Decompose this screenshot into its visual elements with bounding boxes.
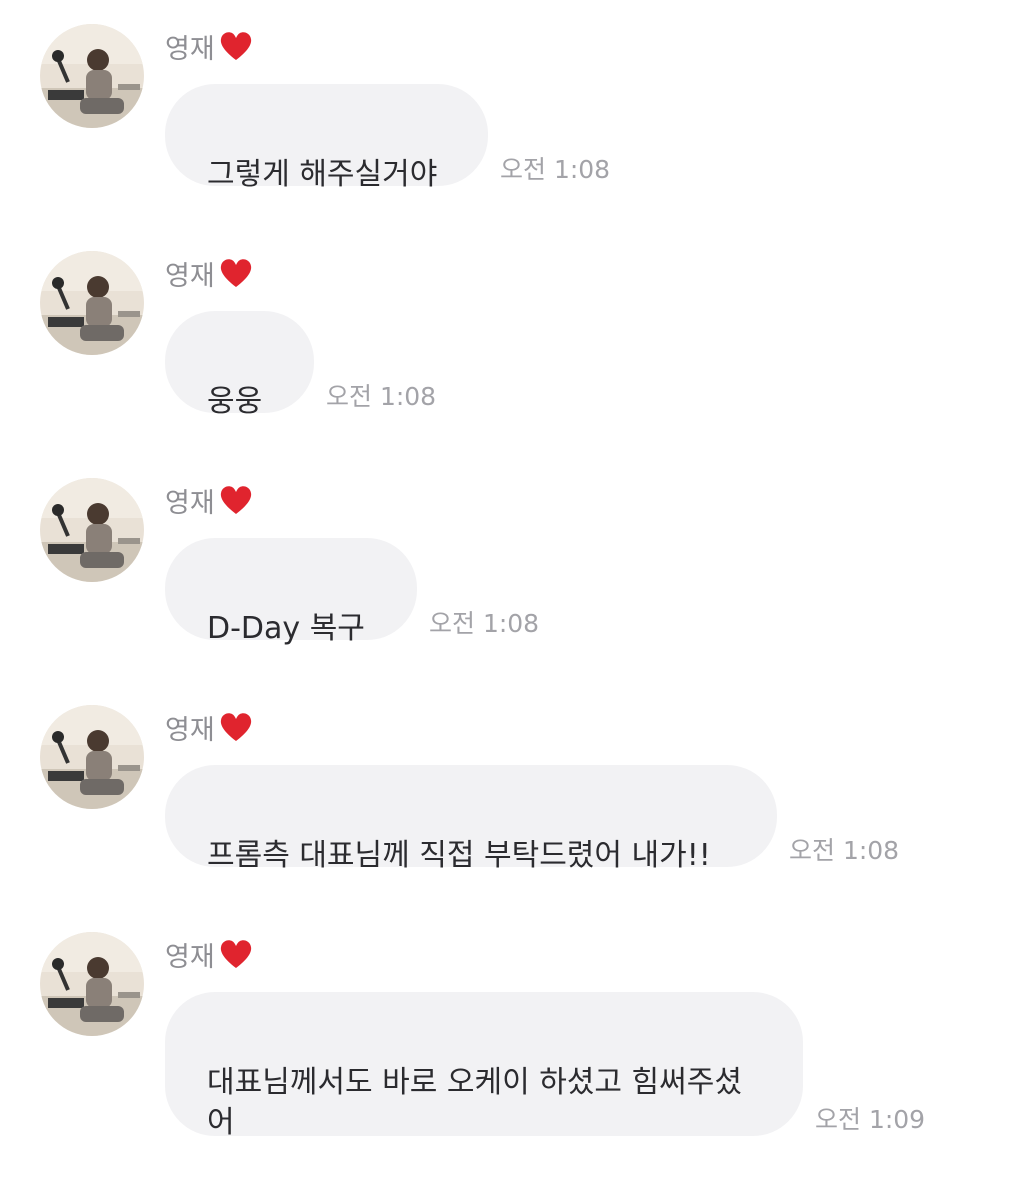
message-time: 오전 1:08 [500, 155, 611, 184]
message-text: 대표님께서도 바로 오케이 하셨고 힘써주셨 어 [207, 1065, 742, 1140]
avatar[interactable] [40, 251, 144, 355]
red-heart-icon [220, 32, 251, 60]
message-row: 영재 프롬측 대표님께 직접 부탁드렸어 내가!! 오전 1:08 [0, 681, 1013, 881]
message-text: D-Day 복구 [207, 611, 365, 646]
message-bubble[interactable]: 프롬측 대표님께 직접 부탁드렸어 내가!! [165, 765, 777, 873]
avatar-photo [40, 478, 144, 582]
sender-name: 영재 [165, 480, 253, 520]
sender-name-label: 영재 [165, 941, 215, 973]
avatar-photo [40, 251, 144, 355]
sender-name: 영재 [165, 934, 253, 974]
message-text: 프롬측 대표님께 직접 부탁드렸어 내가!! [207, 838, 711, 873]
sender-name: 영재 [165, 253, 253, 293]
chat-thread: 영재 그렇게 해주실거야 오전 1:08 영재 웅웅 오전 1:08 영재 D-… [0, 0, 1013, 1200]
avatar[interactable] [40, 478, 144, 582]
red-heart-icon [220, 259, 251, 287]
message-time: 오전 1:08 [429, 609, 540, 638]
message-time: 오전 1:09 [815, 1105, 926, 1134]
message-bubble[interactable]: 웅웅 [165, 311, 314, 419]
avatar[interactable] [40, 24, 144, 128]
sender-name-label: 영재 [165, 260, 215, 292]
sender-name: 영재 [165, 26, 253, 66]
avatar-photo [40, 24, 144, 128]
avatar-photo [40, 705, 144, 809]
message-row: 영재 D-Day 복구 오전 1:08 [0, 454, 1013, 654]
avatar[interactable] [40, 932, 144, 1036]
red-heart-icon [220, 713, 251, 741]
red-heart-icon [220, 486, 251, 514]
message-time: 오전 1:08 [789, 836, 900, 865]
message-row: 영재 대표님께서도 바로 오케이 하셨고 힘써주셨 어 오전 1:09 [0, 908, 1013, 1168]
sender-name-label: 영재 [165, 487, 215, 519]
message-text: 그렇게 해주실거야 [207, 157, 438, 192]
sender-name-label: 영재 [165, 714, 215, 746]
avatar-photo [40, 932, 144, 1036]
message-row: 영재 그렇게 해주실거야 오전 1:08 [0, 0, 1013, 200]
red-heart-icon [220, 940, 251, 968]
message-bubble[interactable]: 그렇게 해주실거야 [165, 84, 488, 192]
message-time: 오전 1:08 [326, 382, 437, 411]
avatar[interactable] [40, 705, 144, 809]
message-bubble[interactable]: D-Day 복구 [165, 538, 417, 646]
message-bubble[interactable]: 대표님께서도 바로 오케이 하셨고 힘써주셨 어 [165, 992, 803, 1140]
sender-name-label: 영재 [165, 33, 215, 65]
sender-name: 영재 [165, 707, 253, 747]
message-row: 영재 웅웅 오전 1:08 [0, 227, 1013, 427]
message-text: 웅웅 [207, 384, 263, 419]
